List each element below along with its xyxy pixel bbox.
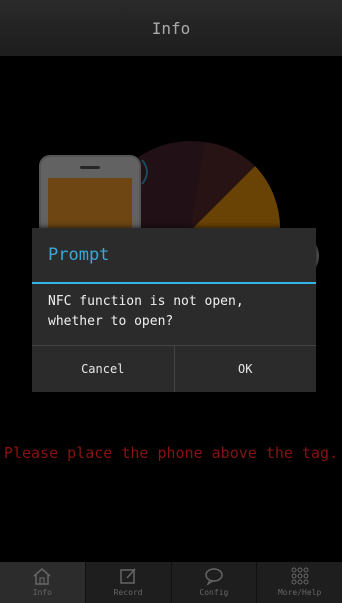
tab-config[interactable]: Config bbox=[170, 562, 257, 603]
grid-icon bbox=[291, 567, 309, 585]
dialog-button-bar: Cancel OK bbox=[32, 345, 316, 392]
dialog-message: NFC function is not open, whether to ope… bbox=[48, 294, 244, 329]
tab-label: Config bbox=[199, 588, 229, 597]
cancel-button[interactable]: Cancel bbox=[32, 346, 174, 392]
edit-icon bbox=[120, 568, 136, 584]
tab-label: Record bbox=[113, 588, 143, 597]
home-icon bbox=[33, 568, 51, 585]
placement-hint: Please place the phone above the tag. bbox=[3, 444, 339, 462]
prompt-dialog: Prompt NFC function is not open, whether… bbox=[32, 228, 316, 392]
tab-info[interactable]: Info bbox=[0, 562, 85, 603]
chat-bubble-icon bbox=[205, 568, 223, 586]
dialog-title: Prompt bbox=[48, 245, 110, 265]
tab-label: More/Help bbox=[277, 588, 322, 597]
title-bar: Info bbox=[0, 0, 342, 56]
tab-more-help[interactable]: More/Help bbox=[256, 562, 342, 603]
page-title: Info bbox=[151, 18, 191, 38]
ok-button[interactable]: OK bbox=[173, 346, 317, 392]
tab-label: Info bbox=[32, 588, 52, 597]
bottom-tab-bar: Info Record Config More/Help bbox=[0, 562, 342, 603]
tab-record[interactable]: Record bbox=[84, 562, 171, 603]
